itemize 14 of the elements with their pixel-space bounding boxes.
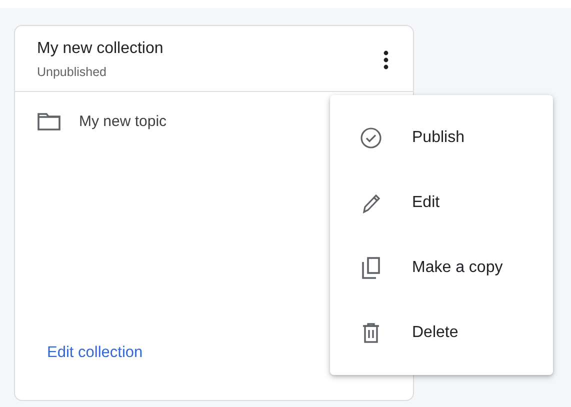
- folder-icon: [37, 112, 61, 131]
- menu-item[interactable]: Edit: [330, 170, 553, 235]
- menu-item[interactable]: Delete: [330, 300, 553, 365]
- edit-collection-link[interactable]: Edit collection: [47, 344, 143, 362]
- menu-item[interactable]: Make a copy: [330, 235, 553, 300]
- copy-icon: [361, 256, 381, 280]
- menu-item[interactable]: Publish: [330, 105, 553, 170]
- status-label: Unpublished: [37, 65, 108, 79]
- pencil-icon: [361, 192, 381, 214]
- topic-label[interactable]: My new topic: [79, 113, 167, 130]
- trash-icon: [362, 322, 380, 344]
- check-circle-icon: [360, 126, 382, 148]
- more-vert-icon: [383, 50, 389, 70]
- collection-title: My new collection: [37, 40, 164, 58]
